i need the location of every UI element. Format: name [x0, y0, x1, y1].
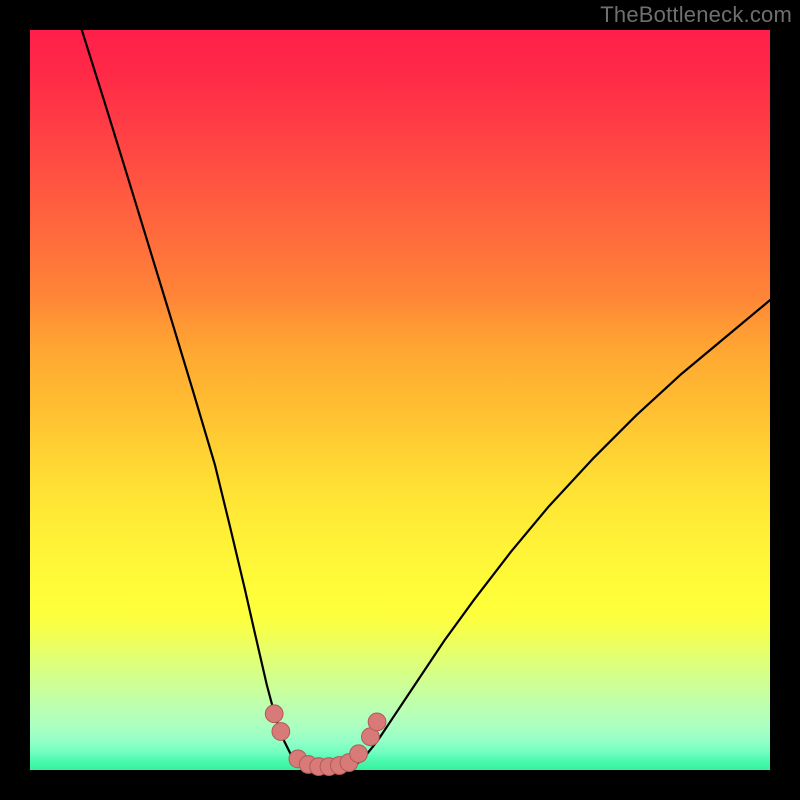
curve-marker: [272, 723, 290, 741]
curve-marker: [350, 745, 368, 763]
plot-area: [30, 30, 770, 770]
bottleneck-curve: [82, 30, 770, 770]
curve-marker: [368, 713, 386, 731]
curve-marker: [265, 705, 283, 723]
curve-markers: [265, 705, 386, 776]
chart-frame: TheBottleneck.com: [0, 0, 800, 800]
curve-layer: [30, 30, 770, 770]
watermark-text: TheBottleneck.com: [600, 2, 792, 28]
